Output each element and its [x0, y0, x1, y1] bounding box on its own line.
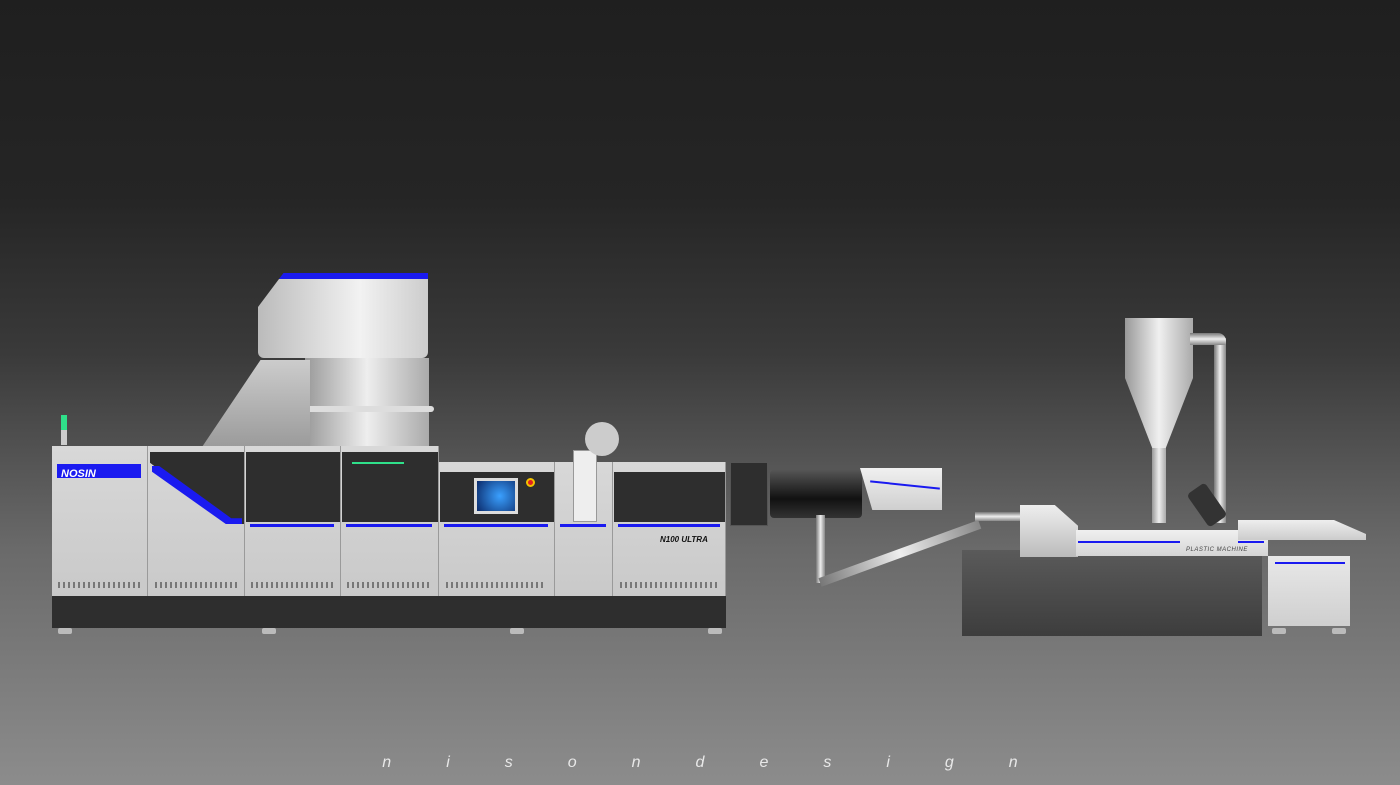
- pipe-vertical: [816, 515, 825, 583]
- screen-changer: [573, 450, 597, 522]
- vent: [620, 582, 720, 588]
- model-text: N100 ULTRA: [660, 535, 708, 544]
- stripe: [250, 524, 334, 527]
- foot: [58, 628, 72, 634]
- pelletizer-text: PLASTIC MACHINE: [1186, 547, 1248, 553]
- hopper-top: [258, 273, 428, 358]
- cyclone-pipe: [1214, 338, 1226, 523]
- machine-base: [52, 596, 726, 628]
- foot: [1272, 628, 1286, 634]
- status-light: [61, 415, 67, 445]
- foot: [262, 628, 276, 634]
- cyclone-top: [1125, 318, 1193, 378]
- emergency-stop-button[interactable]: [526, 478, 535, 487]
- stripe: [618, 524, 720, 527]
- vent: [155, 582, 239, 588]
- model-label: N100 ULTRA: [660, 529, 708, 547]
- pipe-diagonal: [818, 520, 982, 587]
- vent: [446, 582, 546, 588]
- vibrating-screen: [1238, 520, 1366, 540]
- stripe: [1275, 562, 1345, 564]
- stripe: [1078, 541, 1180, 543]
- footer-text: nisondesign: [382, 754, 1073, 771]
- hopper-flange: [298, 406, 434, 412]
- pipe-horizontal: [975, 512, 1025, 521]
- cyclone-pipe-top: [1190, 333, 1226, 345]
- foot: [510, 628, 524, 634]
- stripe: [346, 524, 432, 527]
- water-tank: [962, 550, 1262, 636]
- touch-screen[interactable]: [474, 478, 518, 514]
- vent: [347, 582, 431, 588]
- foot: [708, 628, 722, 634]
- panel-3-window: [246, 452, 340, 522]
- green-accent: [352, 462, 404, 464]
- brand-plate: NOSIN: [57, 464, 141, 480]
- foot: [1332, 628, 1346, 634]
- stripe: [1238, 541, 1264, 543]
- vent: [251, 582, 335, 588]
- cyclone-stem: [1152, 448, 1166, 523]
- gauge-disc: [585, 422, 619, 456]
- pelletizer-hood: [1020, 505, 1078, 557]
- collector-box: [1268, 556, 1350, 626]
- hopper-cylinder: [305, 358, 429, 448]
- stripe: [560, 524, 606, 527]
- cutter-housing: [860, 468, 942, 510]
- brand-label: NOSIN: [61, 468, 96, 480]
- vent: [58, 582, 142, 588]
- die-block: [730, 462, 768, 526]
- die-cylinder: [770, 470, 862, 518]
- stripe: [444, 524, 548, 527]
- feed-chute: [200, 360, 310, 450]
- cyclone-cone: [1125, 378, 1193, 448]
- panel-7-window: [614, 472, 725, 522]
